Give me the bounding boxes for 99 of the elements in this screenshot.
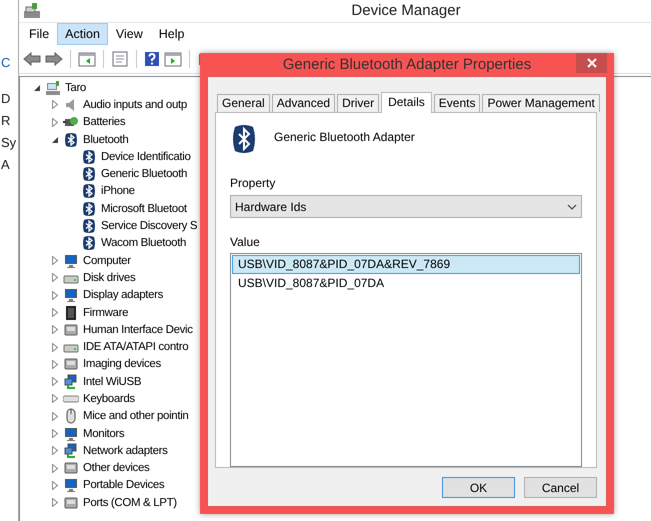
forward-icon[interactable]	[45, 51, 63, 67]
tree-item[interactable]: Microsoft Bluetoot	[101, 202, 187, 215]
tab[interactable]: Details	[381, 92, 432, 113]
tree-item[interactable]: Mice and other pointin	[83, 410, 188, 422]
collapsed-arrow-icon[interactable]	[52, 325, 58, 334]
background-window-text: R	[0, 113, 12, 130]
tree-item[interactable]: Portable Devices	[83, 479, 164, 492]
collapsed-arrow-icon[interactable]	[52, 480, 58, 490]
tree-item[interactable]: Ports (COM & LPT)	[83, 496, 177, 509]
caret-icon	[567, 204, 577, 210]
collapsed-arrow-icon[interactable]	[52, 308, 58, 317]
expanded-arrow-icon[interactable]	[33, 84, 41, 92]
menu-item[interactable]: View	[108, 23, 151, 45]
tree-item[interactable]: Network adapters	[83, 444, 168, 457]
collapsed-arrow-icon[interactable]	[52, 100, 58, 110]
tree-item[interactable]: Intel WiUSB	[83, 376, 142, 388]
tree-item[interactable]: Firmware	[83, 306, 128, 318]
bluetooth-icon	[81, 183, 97, 200]
device-icon	[63, 356, 79, 372]
close-button[interactable]	[576, 53, 607, 73]
tree-item[interactable]: Audio inputs and outp	[83, 98, 187, 111]
menu-item[interactable]: File	[21, 23, 58, 45]
collapsed-arrow-icon[interactable]	[52, 498, 58, 508]
bluetooth-icon	[81, 235, 97, 252]
tree-item[interactable]: Device Identificatio	[101, 150, 191, 163]
device-icon	[63, 322, 79, 338]
monitor-icon	[63, 287, 79, 304]
tree-item[interactable]: Taro	[65, 82, 86, 94]
collapsed-arrow-icon[interactable]	[52, 377, 58, 386]
menu-item[interactable]: Action	[57, 23, 108, 45]
dialog-button[interactable]: OK	[442, 477, 515, 498]
tab[interactable]: Driver	[337, 94, 380, 112]
collapsed-arrow-icon[interactable]	[52, 446, 58, 456]
tab[interactable]: General	[217, 94, 270, 112]
panel-icon[interactable]	[78, 51, 96, 67]
tab[interactable]: Advanced	[272, 94, 336, 112]
background-window-text: Sy	[0, 135, 18, 152]
close-icon	[586, 58, 596, 68]
collapsed-arrow-icon[interactable]	[52, 429, 58, 438]
collapsed-arrow-icon[interactable]	[52, 118, 58, 127]
tab[interactable]: Events	[434, 94, 480, 112]
list-item[interactable]: USB\VID_8087&PID_07DA&REV_7869	[232, 255, 580, 274]
collapsed-arrow-icon[interactable]	[52, 290, 58, 300]
expanded-arrow-icon[interactable]	[51, 136, 59, 144]
device-icon	[63, 460, 79, 476]
tree-item[interactable]: Computer	[83, 254, 131, 267]
monitor-icon	[63, 426, 79, 442]
collapsed-arrow-icon[interactable]	[52, 464, 58, 473]
panel-icon[interactable]	[164, 51, 182, 67]
properties-icon[interactable]	[111, 51, 129, 67]
tree-item[interactable]: Human Interface Devic	[83, 324, 193, 336]
tree-item[interactable]: iPhone	[101, 185, 135, 198]
tree-item[interactable]: Keyboards	[83, 392, 135, 405]
list-item[interactable]: USB\VID_8087&PID_07DA	[232, 274, 580, 293]
property-label: Property	[230, 175, 276, 191]
collapsed-arrow-icon[interactable]	[52, 360, 58, 369]
help-icon[interactable]	[144, 51, 160, 67]
value-label: Value	[230, 234, 261, 250]
property-dropdown[interactable]: Hardware Ids	[230, 195, 582, 218]
chip-icon	[63, 304, 79, 320]
app-icon	[23, 2, 41, 20]
bluetooth-icon	[81, 166, 97, 182]
monitor-icon	[63, 477, 79, 494]
tree-item[interactable]: Display adapters	[83, 289, 164, 302]
tree-item[interactable]: Imaging devices	[83, 358, 161, 370]
bluetooth-icon	[81, 200, 97, 217]
collapsed-arrow-icon[interactable]	[52, 342, 58, 352]
tree-item[interactable]: Other devices	[83, 462, 150, 474]
background-window-text: D	[0, 91, 12, 108]
collapsed-arrow-icon[interactable]	[52, 256, 58, 266]
monitor-icon	[63, 252, 79, 269]
tab[interactable]: Power Management	[482, 94, 600, 112]
window-title: Device Manager	[351, 1, 461, 21]
menu-item[interactable]: Help	[150, 23, 192, 45]
collapsed-arrow-icon[interactable]	[52, 412, 58, 421]
bluetooth-icon	[81, 218, 97, 234]
network-icon	[63, 442, 79, 459]
collapsed-arrow-icon[interactable]	[52, 273, 58, 282]
bluetooth-icon	[81, 148, 97, 165]
tree-item[interactable]: Service Discovery S	[101, 220, 198, 232]
background-window-text: C	[0, 55, 12, 72]
dialog-title: Generic Bluetooth Adapter Properties	[282, 56, 532, 73]
background-window-text: A	[0, 157, 11, 174]
bluetooth-icon	[63, 132, 79, 148]
computer-icon	[45, 80, 61, 96]
dialog-button[interactable]: Cancel	[524, 477, 597, 498]
tree-item[interactable]: Generic Bluetooth	[101, 168, 188, 180]
bluetooth-icon	[230, 124, 258, 154]
tree-item[interactable]: Batteries	[83, 116, 126, 128]
tree-item[interactable]: Monitors	[83, 428, 124, 440]
network-icon	[63, 374, 79, 390]
device-icon	[63, 494, 79, 511]
tree-item[interactable]: Wacom Bluetooth	[101, 237, 186, 250]
collapsed-arrow-icon[interactable]	[52, 394, 58, 404]
tree-item[interactable]: IDE ATA/ATAPI contro	[83, 341, 188, 354]
device-name: Generic Bluetooth Adapter	[274, 130, 415, 144]
back-icon[interactable]	[23, 51, 41, 67]
tree-item[interactable]: Disk drives	[83, 272, 136, 284]
tree-item[interactable]: Bluetooth	[83, 134, 128, 146]
